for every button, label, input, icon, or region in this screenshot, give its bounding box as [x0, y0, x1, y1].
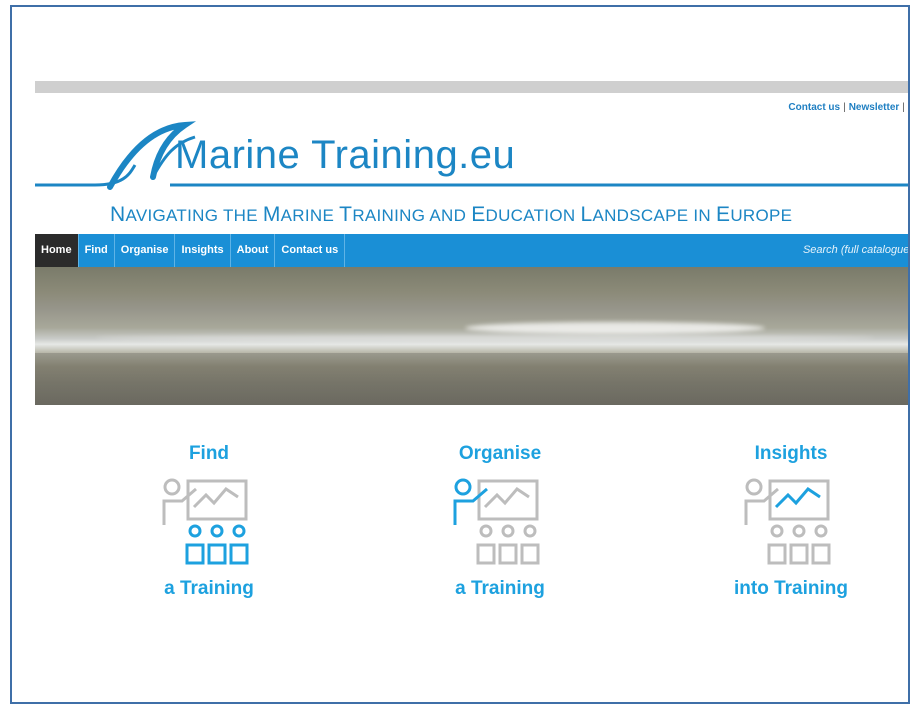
- nav-organise[interactable]: Organise: [115, 234, 176, 267]
- card-title: Find: [188, 443, 230, 464]
- card-subtitle: a Training: [455, 578, 545, 599]
- logo-text: Marine Training.eu: [175, 133, 516, 177]
- card-organise[interactable]: Organise a Training: [400, 443, 600, 600]
- site-logo[interactable]: Marine Training.eu: [35, 115, 908, 205]
- top-link-newsletter[interactable]: Newsletter: [849, 102, 900, 113]
- card-subtitle: a Training: [164, 578, 254, 599]
- nav-home[interactable]: Home: [35, 234, 79, 267]
- nav-find[interactable]: Find: [79, 234, 115, 267]
- card-title: Organise: [458, 443, 542, 464]
- nav-contact[interactable]: Contact us: [275, 234, 346, 267]
- card-find[interactable]: Find a Training: [109, 443, 309, 600]
- banner-wet-sand: [35, 353, 908, 405]
- find-training-icon: [162, 478, 249, 565]
- card-title: Insights: [754, 443, 828, 464]
- top-scroll-strip: [35, 81, 908, 93]
- site-tagline: NAVIGATING THE MARINE TRAINING AND EDUCA…: [110, 203, 793, 226]
- organise-training-icon: [453, 478, 540, 565]
- nav-about[interactable]: About: [231, 234, 276, 267]
- insights-training-icon: [744, 478, 831, 565]
- top-link-contact[interactable]: Contact us: [788, 102, 840, 113]
- main-nav: Home Find Organise Insights About Contac…: [35, 234, 908, 267]
- search-input[interactable]: Search (full catalogue): [803, 234, 908, 267]
- card-subtitle: into Training: [734, 578, 848, 599]
- top-links: Contact us|Newsletter|L: [788, 102, 909, 113]
- top-link-separator: |: [843, 102, 846, 113]
- top-link-truncated[interactable]: L: [908, 102, 909, 113]
- browser-frame: Contact us|Newsletter|L Marine Training.…: [10, 5, 910, 704]
- top-link-separator: |: [902, 102, 905, 113]
- banner-wave-foam: [465, 322, 765, 334]
- hero-banner-image: [35, 267, 908, 405]
- banner-wave-foam: [95, 335, 875, 341]
- page-viewport: Contact us|Newsletter|L Marine Training.…: [35, 7, 909, 702]
- card-insights[interactable]: Insights into Training: [691, 443, 891, 600]
- nav-insights[interactable]: Insights: [175, 234, 231, 267]
